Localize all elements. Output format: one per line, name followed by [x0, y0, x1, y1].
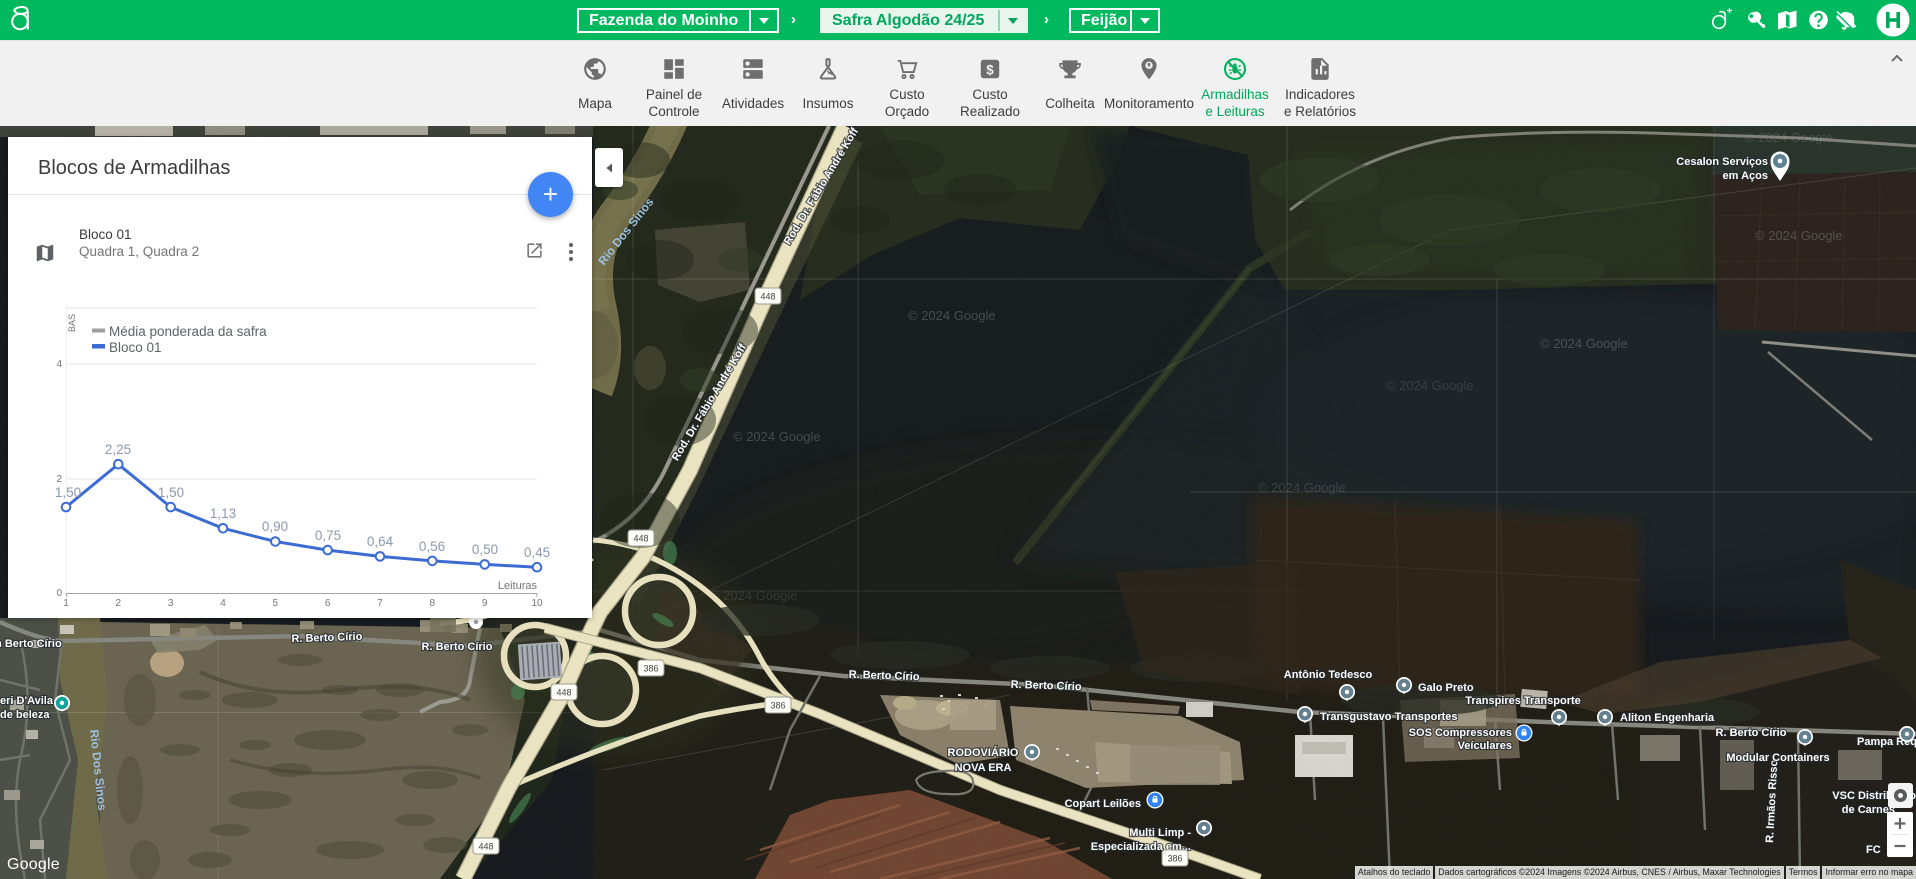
svg-text:© 2024 Google: © 2024 Google — [1745, 130, 1833, 145]
svg-text:© 2024 Google: © 2024 Google — [1540, 336, 1628, 351]
svg-text:0: 0 — [56, 588, 62, 599]
svg-text:386: 386 — [770, 701, 785, 711]
svg-text:NOVA ERA: NOVA ERA — [955, 762, 1012, 774]
svg-text:448: 448 — [633, 534, 648, 544]
svg-text:448: 448 — [556, 688, 571, 698]
svg-text:m Berto Círio: m Berto Círio — [0, 638, 62, 650]
svg-text:R. Berto Círio: R. Berto Círio — [848, 669, 920, 683]
svg-text:6: 6 — [325, 598, 331, 609]
svg-text:2,25: 2,25 — [105, 442, 131, 457]
svg-text:© 2024 Google: © 2024 Google — [1386, 378, 1474, 393]
svg-text:0,56: 0,56 — [419, 539, 445, 554]
svg-text:BAS: BAS — [67, 314, 77, 332]
svg-text:Transgustavo Transportes: Transgustavo Transportes — [1320, 711, 1458, 723]
svg-text:R. Berto Círio: R. Berto Círio — [1010, 679, 1082, 693]
svg-text:448: 448 — [760, 292, 775, 302]
svg-text:R. Berto Círio: R. Berto Círio — [422, 641, 493, 653]
svg-text:448: 448 — [478, 842, 493, 852]
svg-text:2: 2 — [116, 598, 122, 609]
svg-text:10: 10 — [531, 598, 543, 609]
svg-text:© 2024 Google: © 2024 Google — [908, 308, 996, 323]
svg-text:1: 1 — [63, 598, 69, 609]
svg-text:0,64: 0,64 — [367, 534, 394, 549]
svg-text:7: 7 — [377, 598, 383, 609]
svg-text:5: 5 — [273, 598, 279, 609]
svg-text:© 2024 Google: © 2024 Google — [1755, 228, 1843, 243]
svg-text:9: 9 — [482, 598, 488, 609]
svg-text:Cesalon Serviços: Cesalon Serviços — [1676, 156, 1768, 168]
svg-text:Média ponderada da safra: Média ponderada da safra — [109, 324, 267, 339]
svg-text:0,50: 0,50 — [472, 542, 498, 557]
svg-text:FC: FC — [1866, 844, 1881, 856]
svg-text:Copart Leilões: Copart Leilões — [1065, 798, 1141, 810]
svg-text:1,13: 1,13 — [210, 506, 236, 521]
svg-text:R. Berto Círio: R. Berto Círio — [291, 631, 363, 645]
svg-text:1,50: 1,50 — [158, 485, 184, 500]
svg-text:em Aços: em Aços — [1723, 170, 1768, 182]
svg-text:$: $ — [986, 62, 994, 77]
svg-text:386: 386 — [1167, 854, 1182, 864]
svg-text:Galo Preto: Galo Preto — [1418, 682, 1474, 694]
svg-text:R. Berto Círio: R. Berto Círio — [1716, 727, 1787, 739]
svg-text:Modular Containers: Modular Containers — [1726, 752, 1829, 764]
svg-text:© 2024 Google: © 2024 Google — [733, 429, 821, 444]
svg-text:Leituras: Leituras — [498, 580, 538, 592]
svg-text:© 2024 Google: © 2024 Google — [1258, 480, 1346, 495]
svg-text:4: 4 — [56, 359, 62, 370]
svg-text:Antônio Tedesco: Antônio Tedesco — [1284, 669, 1373, 681]
svg-text:3: 3 — [168, 598, 174, 609]
svg-text:Transpires Transporte: Transpires Transporte — [1465, 695, 1581, 707]
svg-text:eri D'Avila: eri D'Avila — [0, 695, 54, 707]
svg-text:0,75: 0,75 — [315, 528, 341, 543]
svg-text:RODOVIÁRIO: RODOVIÁRIO — [948, 746, 1019, 759]
svg-text:4: 4 — [220, 598, 226, 609]
svg-text:© 2024 Google: © 2024 Google — [710, 588, 798, 603]
svg-text:1,50: 1,50 — [55, 485, 81, 500]
svg-text:SOS Compressores: SOS Compressores — [1409, 727, 1512, 739]
svg-text:Multi Limp -: Multi Limp - — [1129, 827, 1191, 839]
svg-text:Bloco 01: Bloco 01 — [109, 340, 162, 355]
svg-text:2: 2 — [56, 474, 62, 485]
svg-text:de beleza: de beleza — [0, 709, 50, 721]
svg-text:0,45: 0,45 — [524, 545, 550, 560]
svg-text:Veículares: Veículares — [1458, 740, 1512, 752]
svg-text:8: 8 — [430, 598, 436, 609]
svg-text:0,90: 0,90 — [262, 519, 288, 534]
svg-text:386: 386 — [643, 664, 658, 674]
svg-text:Aliton Engenharia: Aliton Engenharia — [1620, 712, 1715, 724]
